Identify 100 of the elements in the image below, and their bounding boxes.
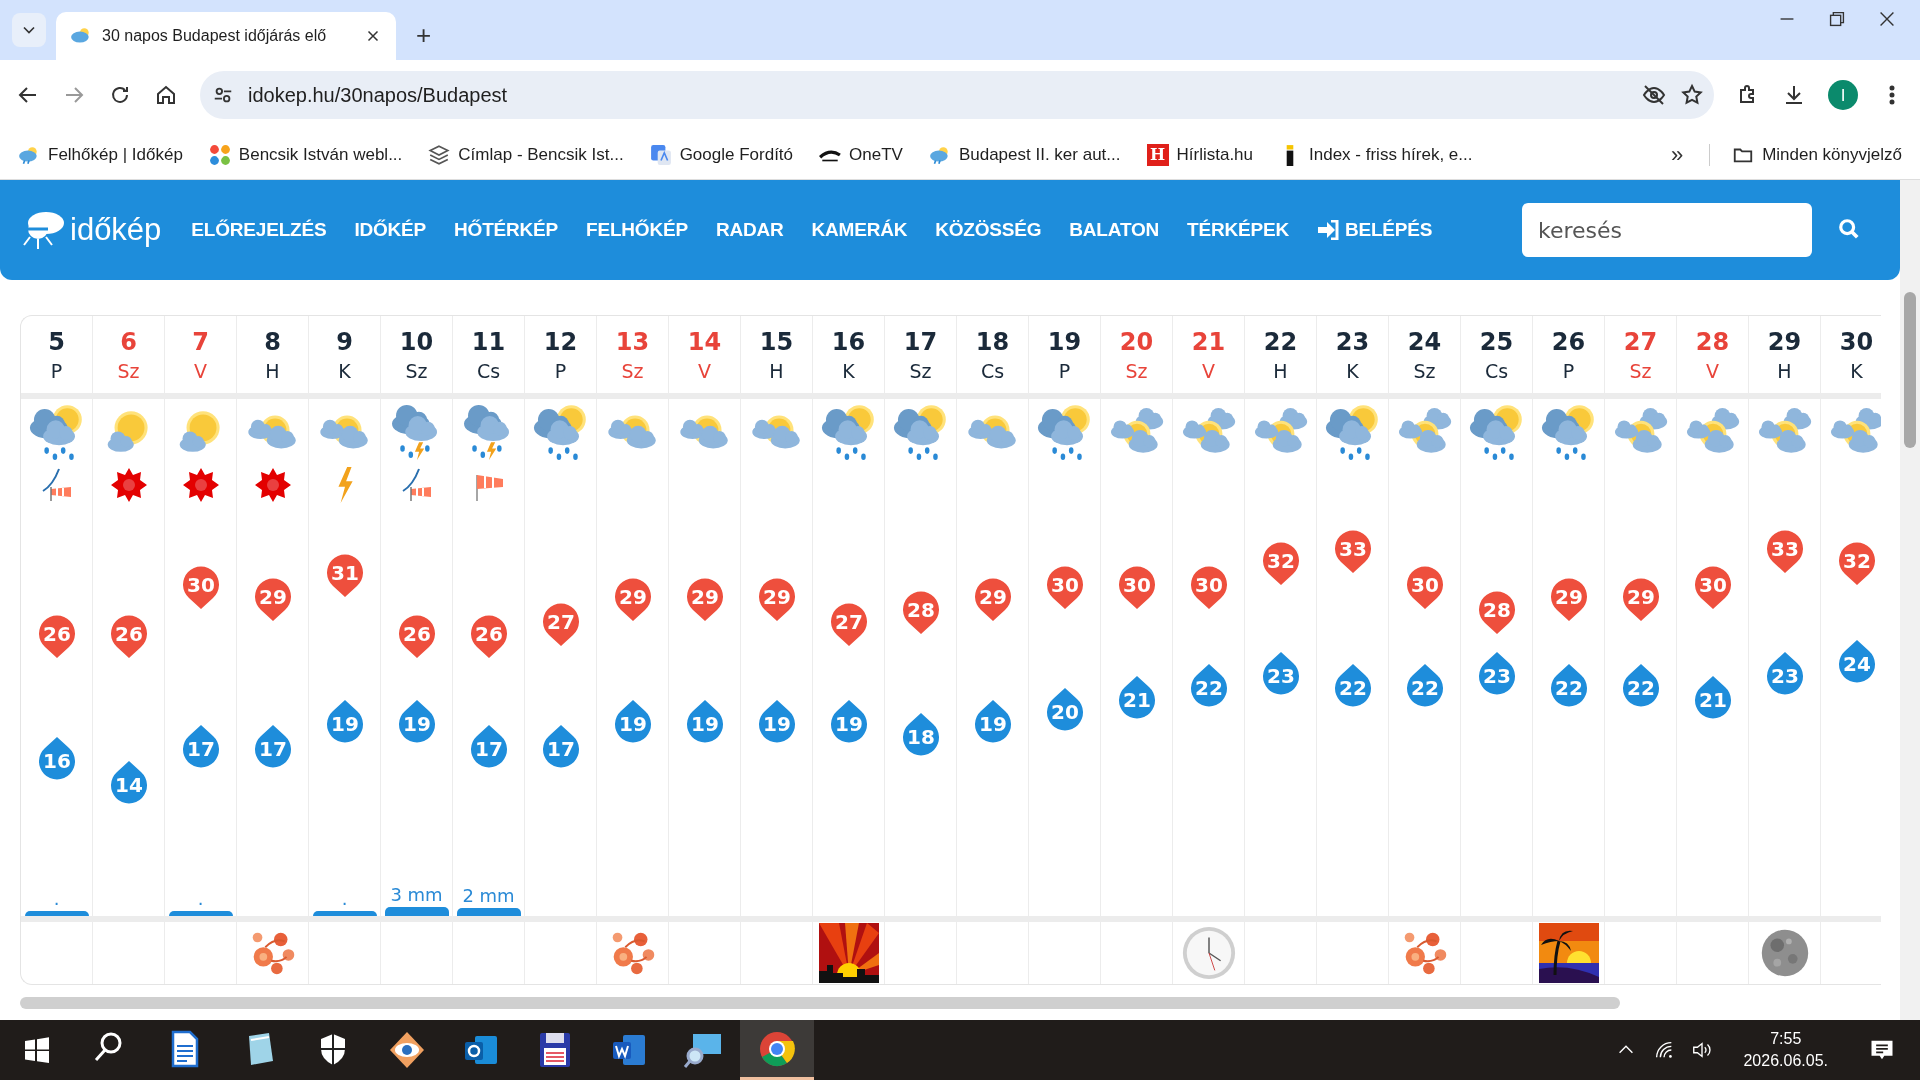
nav-link[interactable]: BALATON <box>1055 219 1174 241</box>
address-bar[interactable]: idokep.hu/30napos/Budapest <box>200 71 1714 119</box>
browser-tab[interactable]: 30 napos Budapest időjárás elő <box>56 12 396 60</box>
precipitation-amount: . <box>341 888 348 909</box>
max-temperature-pin: 30 <box>1693 566 1733 611</box>
min-temperature-drop: 19 <box>685 699 725 744</box>
weekday-label: P <box>554 359 567 382</box>
min-temperature-drop: 22 <box>1549 663 1589 708</box>
nav-link[interactable]: KAMERÁK <box>797 219 922 241</box>
day-number: 17 <box>903 327 938 356</box>
pinwheel-icon <box>208 143 231 166</box>
hirlista-logo-icon: H <box>1146 143 1169 166</box>
max-temperature-pin: 26 <box>397 614 437 659</box>
min-temperature-drop: 19 <box>397 699 437 744</box>
min-temperature-drop: 21 <box>1117 675 1157 720</box>
vertical-scrollbar[interactable] <box>1900 180 1920 1020</box>
max-temperature-pin: 33 <box>1765 530 1805 574</box>
weekday-label: V <box>1706 359 1719 382</box>
nav-link[interactable]: FELHŐKÉP <box>572 219 702 241</box>
min-temperature-drop: 23 <box>1477 651 1517 695</box>
precipitation-bar <box>24 911 89 916</box>
weekday-label: Cs <box>980 359 1005 382</box>
min-temperature-drop: 19 <box>757 699 797 744</box>
weekday-label: H <box>1777 359 1792 382</box>
nav-link[interactable]: IDŐKÉP <box>340 219 441 241</box>
min-temperature-drop: 22 <box>1189 663 1229 708</box>
nav-link[interactable]: RADAR <box>701 219 798 241</box>
weekday-label: Cs <box>476 359 501 382</box>
bookmark[interactable]: Bencsik István webl... <box>208 143 403 166</box>
weekday-label: Sz <box>1125 359 1148 382</box>
weekday-label: V <box>698 359 711 382</box>
bookmark[interactable]: Címlap - Bencsik Ist... <box>428 143 624 166</box>
weekday-label: P <box>1058 359 1071 382</box>
min-temperature-drop: 17 <box>181 723 221 768</box>
profile-avatar[interactable]: I <box>1828 80 1858 110</box>
max-temperature-pin: 27 <box>541 602 581 647</box>
max-temperature-pin: 29 <box>1549 578 1589 623</box>
precipitation-amount: . <box>53 888 60 909</box>
bookmark[interactable]: OneTV <box>819 143 903 166</box>
min-temperature-drop: 19 <box>973 699 1013 744</box>
nav-link[interactable]: KÖZÖSSÉG <box>921 219 1056 241</box>
precipitation-amount: . <box>197 888 204 909</box>
day-number: 30 <box>1839 327 1874 356</box>
new-tab-button[interactable]: + <box>410 19 438 52</box>
min-temperature-drop: 24 <box>1837 638 1877 683</box>
day-number: 27 <box>1623 327 1658 356</box>
search-field[interactable]: keresés <box>1522 203 1812 257</box>
weekday-label: K <box>338 359 351 382</box>
day-number: 15 <box>759 327 794 356</box>
bookmark[interactable]: Google Fordító <box>649 143 794 166</box>
volume-icon[interactable] <box>1691 1039 1714 1061</box>
taskbar-app[interactable] <box>740 1020 814 1080</box>
bookmark-star-icon[interactable] <box>1680 83 1704 107</box>
taskbar-clock[interactable]: 7:55 2026.06.05. <box>1743 1030 1828 1070</box>
nav-link[interactable]: HŐTÉRKÉP <box>440 219 573 241</box>
bookmark[interactable]: Budapest II. ker aut... <box>928 143 1121 166</box>
day-number: 13 <box>615 327 650 356</box>
lightning-icon <box>336 467 353 503</box>
nav-link[interactable]: TÉRKÉPEK <box>1173 219 1303 241</box>
day-number: 28 <box>1695 327 1730 356</box>
nav-link[interactable]: BELÉPÉS <box>1302 219 1447 241</box>
translate-icon <box>649 143 672 166</box>
max-temperature-pin: 29 <box>613 578 653 623</box>
bookmark[interactable]: Felhőkép | Időkép <box>18 143 183 166</box>
all-bookmarks-button[interactable]: Minden könyvjelző <box>1709 143 1902 166</box>
weekday-label: Sz <box>117 359 140 382</box>
home-icon[interactable] <box>154 83 178 107</box>
word-processor-icon <box>613 1035 645 1065</box>
day-number: 19 <box>1047 327 1082 356</box>
min-temperature-drop: 22 <box>1621 663 1661 708</box>
more-bookmarks-button[interactable]: » <box>1670 141 1684 168</box>
day-number: 18 <box>975 327 1010 356</box>
nav-link[interactable]: ELŐREJELZÉS <box>177 219 341 241</box>
precipitation-amount: 2 mm <box>462 885 515 907</box>
uv-warning-icon <box>182 467 219 503</box>
precipitation-bar <box>312 911 377 916</box>
weekday-label: Cs <box>1484 359 1509 382</box>
document-icon <box>171 1030 199 1068</box>
tab-title: 30 napos Budapest időjárás elő <box>102 27 328 45</box>
horizontal-scrollbar[interactable] <box>20 997 1620 1009</box>
site-logo[interactable]: időkép <box>70 212 162 248</box>
min-temperature-drop: 14 <box>109 759 149 804</box>
day-number: 29 <box>1767 327 1802 356</box>
bookmark[interactable]: H Hírlista.hu <box>1146 143 1254 166</box>
min-temperature-drop: 23 <box>1765 651 1805 695</box>
eye-off-icon[interactable] <box>1642 83 1666 107</box>
min-temperature-drop: 17 <box>469 723 509 768</box>
mail-icon <box>465 1036 497 1064</box>
day-number: 10 <box>399 327 434 356</box>
min-temperature-drop: 19 <box>325 699 365 744</box>
weekday-label: K <box>842 359 855 382</box>
max-temperature-pin: 29 <box>1621 578 1661 623</box>
day-number: 6 <box>120 327 137 356</box>
max-temperature-pin: 30 <box>1045 566 1085 611</box>
day-number: 25 <box>1479 327 1514 356</box>
min-temperature-drop: 22 <box>1405 663 1445 708</box>
bookmark[interactable]: Index - friss hírek, e... <box>1279 143 1473 166</box>
day-number: 21 <box>1191 327 1226 356</box>
magnifier-icon <box>683 1034 721 1068</box>
day-number: 26 <box>1551 327 1586 356</box>
